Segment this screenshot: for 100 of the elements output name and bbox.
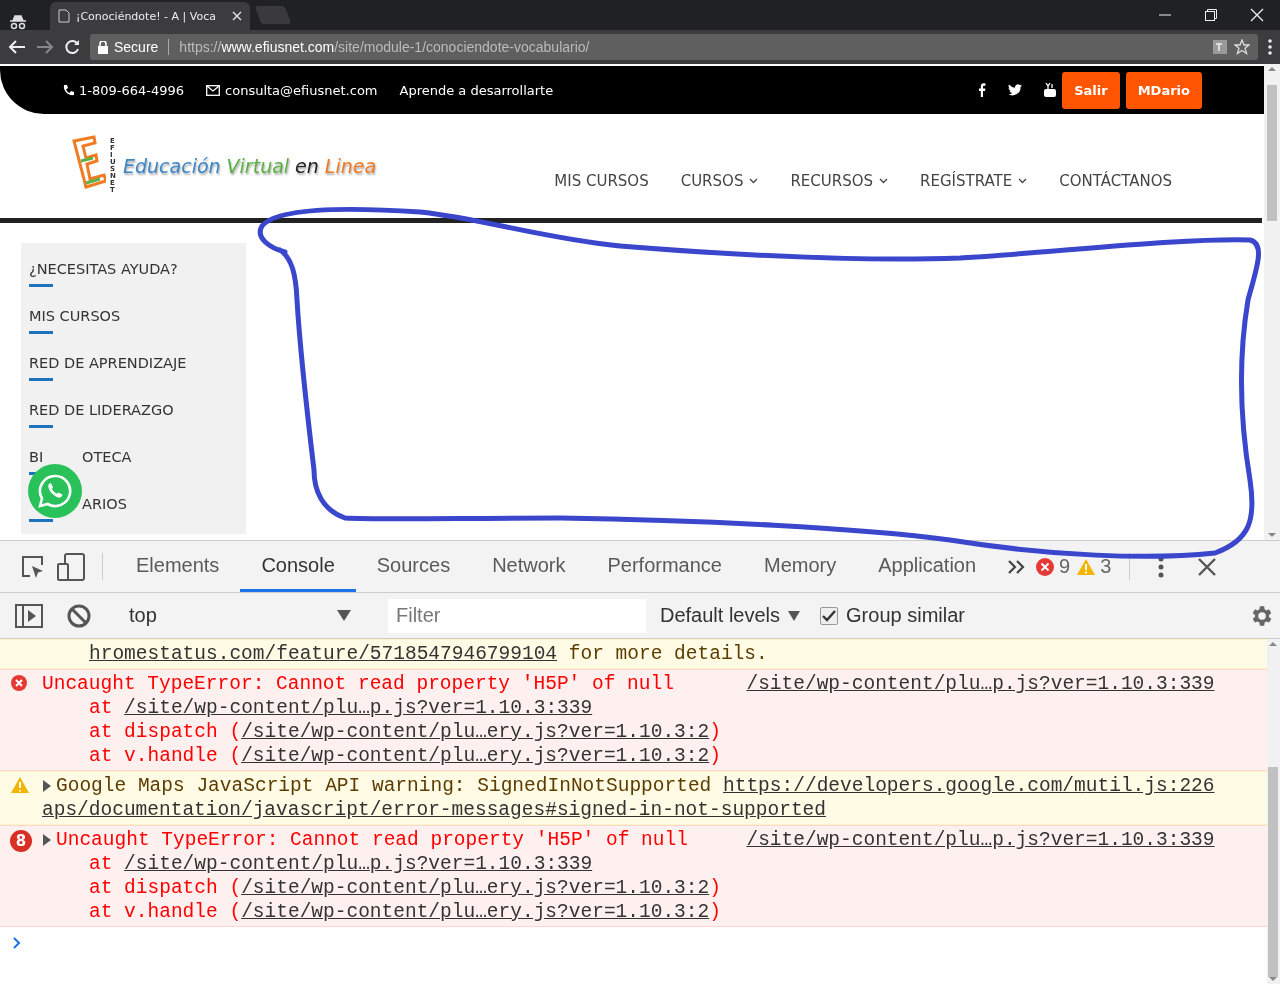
sidebar-link[interactable]: BI bbox=[29, 449, 44, 465]
phone-number: 1-809-664-4996 bbox=[79, 82, 185, 98]
close-icon[interactable] bbox=[1198, 557, 1217, 576]
scroll-down-icon[interactable] bbox=[1268, 533, 1276, 538]
device-toolbar-icon[interactable] bbox=[57, 552, 85, 581]
source-location-link[interactable]: /site/wp-content/plu…p.js?ver=1.10.3:339 bbox=[746, 672, 1215, 696]
source-link[interactable]: hromestatus.com/feature/5718547946799104 bbox=[89, 642, 558, 666]
console-text: Uncaught TypeError: Cannot read property 'H5P' of null bbox=[56, 828, 688, 852]
logo-text: Educación Virtual en Linea bbox=[123, 155, 377, 177]
clear-console-icon[interactable] bbox=[67, 603, 91, 628]
source-link[interactable]: /site/wp-content/plu…p.js?ver=1.10.3:339 bbox=[124, 696, 593, 720]
console-text: at v.handle ( bbox=[89, 744, 242, 768]
source-link[interactable]: /site/wp-content/plu…ery.js?ver=1.10.3:2 bbox=[241, 720, 710, 744]
caret-icon[interactable] bbox=[1018, 178, 1028, 184]
mail-icon bbox=[206, 84, 221, 96]
dropdown-arrow-icon[interactable] bbox=[337, 610, 351, 621]
console-text: at bbox=[89, 696, 114, 720]
error-icon[interactable] bbox=[1035, 556, 1056, 577]
caret-icon[interactable] bbox=[879, 178, 889, 184]
more-vertical-icon[interactable] bbox=[1268, 39, 1272, 55]
prompt-chevron-icon bbox=[12, 936, 22, 950]
tagline: Aprende a desarrollarte bbox=[399, 82, 554, 98]
lock-icon bbox=[98, 40, 108, 54]
console-text: at dispatch ( bbox=[89, 876, 242, 900]
console-text: ) bbox=[709, 744, 721, 768]
back-arrow-icon[interactable] bbox=[8, 39, 26, 55]
expand-triangle-icon[interactable] bbox=[42, 780, 52, 792]
star-icon[interactable] bbox=[1234, 39, 1250, 55]
sidebar-toggle-icon[interactable] bbox=[15, 603, 43, 628]
levels-select[interactable]: Default levels bbox=[660, 604, 801, 627]
page-icon bbox=[58, 9, 70, 23]
page-scrollbar[interactable] bbox=[1264, 64, 1280, 540]
scroll-up-icon[interactable] bbox=[1269, 641, 1278, 646]
caret-icon[interactable] bbox=[749, 178, 759, 184]
address-bar[interactable]: Secure https://www.efiusnet.com/site/module-1/conociendote-vocabulario/ bbox=[90, 34, 1258, 60]
console-text: ) bbox=[709, 720, 721, 744]
browser-tab[interactable]: ¡Conociéndote! - A | Voca bbox=[50, 2, 250, 30]
repeat-count-badge: 8 bbox=[10, 830, 32, 852]
devtools-tab[interactable]: Sources bbox=[355, 541, 472, 592]
source-location-link[interactable]: util.js:226 bbox=[1085, 774, 1215, 798]
scroll-thumb[interactable] bbox=[1268, 767, 1279, 977]
dropdown-arrow-icon[interactable] bbox=[788, 610, 801, 621]
sidebar-link[interactable]: ¿NECESITAS AYUDA? bbox=[29, 261, 178, 277]
source-link[interactable]: /site/wp-content/plu…ery.js?ver=1.10.3:2 bbox=[241, 744, 710, 768]
source-link[interactable]: /site/wp-content/plu…ery.js?ver=1.10.3:2 bbox=[241, 900, 710, 924]
translate-icon[interactable] bbox=[1212, 39, 1228, 55]
console-text: at v.handle ( bbox=[89, 900, 242, 924]
secure-label: Secure bbox=[114, 39, 159, 55]
source-link[interactable]: https://developers.google.com/m bbox=[723, 774, 1086, 798]
group-similar-checkbox[interactable] bbox=[820, 606, 839, 625]
console-text: for more details. bbox=[567, 642, 768, 666]
nav-link[interactable]: REGÍSTRATE bbox=[920, 172, 1028, 190]
scroll-up-icon[interactable] bbox=[1268, 66, 1276, 71]
nav-link[interactable]: CURSOS bbox=[680, 172, 759, 190]
restore-icon[interactable] bbox=[1205, 9, 1217, 21]
warning-count[interactable]: 3 bbox=[1100, 555, 1112, 578]
sidebar-link[interactable]: MIS CURSOS bbox=[29, 308, 121, 324]
console-text: Uncaught TypeError: Cannot read property 'H5P' of null bbox=[42, 672, 674, 696]
sidebar-link[interactable]: RED DE LIDERAZGO bbox=[29, 402, 174, 418]
sidebar-link[interactable]: ARIOS bbox=[82, 496, 127, 512]
console-text: at bbox=[89, 852, 114, 876]
incognito-icon bbox=[8, 14, 28, 30]
email-link[interactable]: consulta@efiusnet.com bbox=[225, 82, 378, 98]
error-icon bbox=[10, 674, 28, 692]
group-similar-label: Group similar bbox=[846, 604, 965, 627]
nav-link[interactable]: RECURSOS bbox=[790, 172, 889, 190]
source-link[interactable]: /site/wp-content/plu…ery.js?ver=1.10.3:2 bbox=[241, 876, 710, 900]
more-tabs-icon[interactable] bbox=[1007, 559, 1026, 574]
expand-triangle-icon[interactable] bbox=[42, 834, 52, 846]
reload-icon[interactable] bbox=[64, 39, 80, 55]
context-select[interactable]: top bbox=[123, 604, 363, 627]
source-link[interactable]: aps/documentation/javascript/error-messages#signed-in-not-supported bbox=[42, 798, 827, 822]
sidebar-link[interactable]: OTECA bbox=[82, 449, 132, 465]
console-text: ) bbox=[709, 876, 721, 900]
devtools-tab[interactable]: Performance bbox=[586, 541, 743, 592]
devtools-tab[interactable]: Console bbox=[240, 541, 356, 592]
error-count[interactable]: 9 bbox=[1059, 555, 1071, 578]
scroll-thumb[interactable] bbox=[1267, 85, 1277, 221]
youtube-icon[interactable] bbox=[1044, 83, 1057, 97]
facebook-icon[interactable] bbox=[978, 83, 987, 97]
source-location-link[interactable]: /site/wp-content/plu…p.js?ver=1.10.3:339 bbox=[746, 828, 1215, 852]
console-text: at dispatch ( bbox=[89, 720, 242, 744]
sidebar-link[interactable]: RED DE APRENDIZAJE bbox=[29, 355, 187, 371]
twitter-icon[interactable] bbox=[1008, 84, 1023, 96]
tab-title: ¡Conociéndote! - A | Voca bbox=[76, 9, 217, 23]
nav-link[interactable]: MIS CURSOS bbox=[554, 172, 649, 190]
devtools-tab[interactable]: Application bbox=[857, 541, 998, 592]
source-link[interactable]: /site/wp-content/plu…p.js?ver=1.10.3:339 bbox=[124, 852, 593, 876]
devtools-tab[interactable]: Elements bbox=[115, 541, 241, 592]
devtools-tab[interactable]: Memory bbox=[743, 541, 858, 592]
warning-icon bbox=[10, 776, 30, 794]
console-text: Google Maps JavaScript API warning: SignedInNotSupported bbox=[56, 774, 713, 798]
forward-arrow-icon[interactable] bbox=[36, 39, 54, 55]
devtools-tab[interactable]: Network bbox=[471, 541, 587, 592]
console-text: ) bbox=[709, 900, 721, 924]
filter-field[interactable]: Filter bbox=[388, 598, 646, 633]
phone-icon bbox=[62, 84, 74, 96]
nav-link[interactable]: CONTÁCTANOS bbox=[1059, 172, 1172, 190]
inspect-element-icon[interactable] bbox=[20, 553, 46, 580]
url-text: https://www.efiusnet.com/site/module-1/conociendote-vocabulario/ bbox=[179, 39, 590, 55]
